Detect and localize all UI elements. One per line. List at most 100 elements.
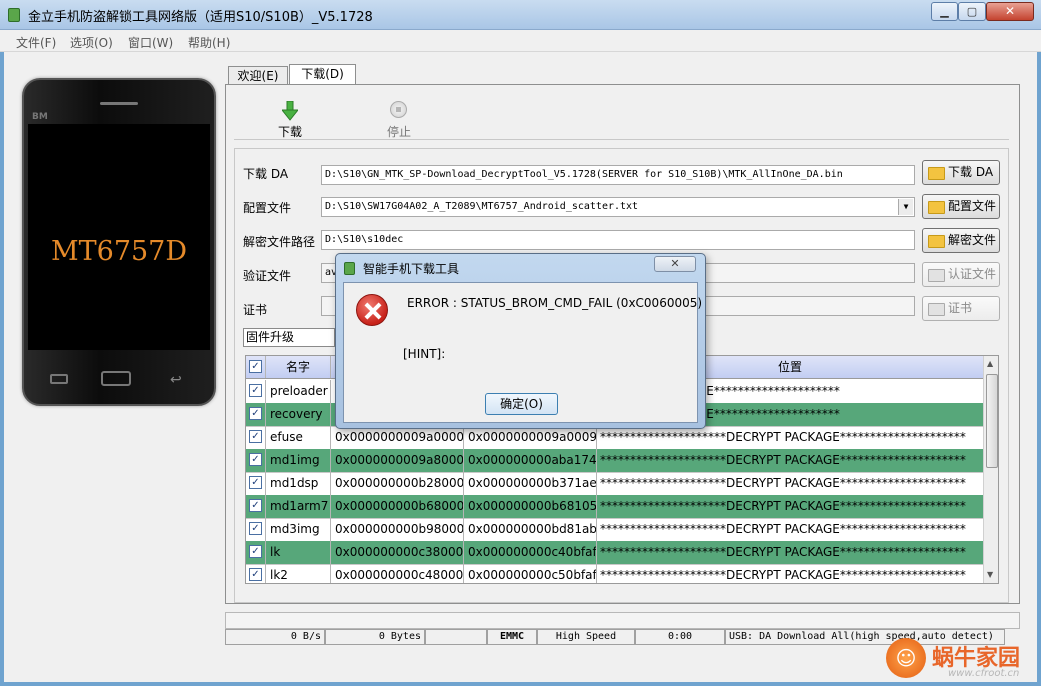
cell-name: md1arm7 <box>266 495 331 518</box>
cell-name: md3img <box>266 518 331 541</box>
window-title: 金立手机防盗解锁工具网络版（适用S10/S10B）_V5.1728 <box>28 10 373 25</box>
row-checkbox[interactable]: ✓ <box>249 430 262 443</box>
table-row[interactable]: ✓ md1dsp 0x000000000b280000 0x000000000b371… <box>246 472 983 496</box>
mode-select[interactable]: 固件升级 <box>243 328 335 347</box>
column-header-name[interactable]: 名字 <box>266 356 331 378</box>
table-row[interactable]: ✓ md3img 0x000000000b980000 0x000000000bd81… <box>246 518 983 542</box>
error-dialog: 智能手机下载工具 ✕ ERROR : STATUS_BROM_CMD_FAIL … <box>335 253 706 429</box>
table-scrollbar[interactable]: ▲ ▼ <box>983 356 998 583</box>
cell-begin: 0x000000000c380000 <box>331 541 464 564</box>
error-message: ERROR : STATUS_BROM_CMD_FAIL (0xC0060005… <box>407 296 703 310</box>
menu-help[interactable]: 帮助(H) <box>188 34 230 51</box>
dialog-title: 智能手机下载工具 <box>363 262 460 276</box>
cell-location: *********************DECRYPT PACKAGE****… <box>600 430 966 444</box>
decrypt-browse-button[interactable]: 解密文件 <box>922 228 1000 253</box>
toolbar: 下载 停止 <box>234 92 1009 140</box>
back-key-icon: ↩ <box>170 372 182 388</box>
tab-download[interactable]: 下载(D) <box>289 64 356 85</box>
dialog-body: ERROR : STATUS_BROM_CMD_FAIL (0xC0060005… <box>343 282 702 423</box>
scroll-down-icon[interactable]: ▼ <box>987 570 993 579</box>
cell-name: lk2 <box>266 564 331 583</box>
minimize-button[interactable]: ▁ <box>931 2 958 21</box>
snail-logo-icon: ☺ <box>886 638 926 678</box>
cell-begin: 0x0000000009a00000 <box>331 426 464 449</box>
cell-location: *********************DECRYPT PACKAGE****… <box>600 545 966 559</box>
error-icon <box>356 294 388 326</box>
phone-image: BM MT6757D ↩ <box>22 78 216 406</box>
select-all-checkbox[interactable]: ✓ <box>249 360 262 373</box>
da-browse-button[interactable]: 下载 DA <box>922 160 1000 185</box>
verify-label: 验证文件 <box>243 269 292 283</box>
scroll-up-icon[interactable]: ▲ <box>987 359 993 368</box>
cell-name: efuse <box>266 426 331 449</box>
row-checkbox[interactable]: ✓ <box>249 407 262 420</box>
cell-location: *********************DECRYPT PACKAGE****… <box>600 568 966 582</box>
download-tool-label: 下载 <box>277 125 302 139</box>
ok-button[interactable]: 确定(O) <box>485 393 558 415</box>
phone-speaker <box>100 102 138 105</box>
decrypt-path-input[interactable]: D:\S10\s10dec <box>321 230 915 250</box>
menu-window[interactable]: 窗口(W) <box>128 34 173 51</box>
cell-location: *********************DECRYPT PACKAGE****… <box>600 453 966 467</box>
cell-name: lk <box>266 541 331 564</box>
cert-browse-button[interactable]: 证书 <box>922 296 1000 321</box>
phone-screen: MT6757D <box>28 124 210 350</box>
stop-icon <box>390 101 407 118</box>
cell-begin: 0x000000000b680000 <box>331 495 464 518</box>
cell-end: 0x000000000c40bfaf <box>464 541 597 564</box>
app-icon <box>8 8 20 22</box>
da-path-input[interactable]: D:\S10\GN_MTK_SP-Download_DecryptTool_V5… <box>321 165 915 185</box>
menu-file[interactable]: 文件(F) <box>16 34 56 51</box>
row-checkbox[interactable]: ✓ <box>249 453 262 466</box>
folder-icon <box>928 269 945 282</box>
cell-location: *********************DECRYPT PACKAGE****… <box>600 522 966 536</box>
cell-end: 0x000000000bd81abf <box>464 518 597 541</box>
cell-begin: 0x000000000b980000 <box>331 518 464 541</box>
dialog-close-button[interactable]: ✕ <box>654 256 696 272</box>
watermark-logo: ☺ 蜗牛家园 www.cfroot.cn <box>886 636 1041 686</box>
cell-begin: 0x0000000009a80000 <box>331 449 464 472</box>
cell-begin: 0x000000000c480000 <box>331 564 464 583</box>
folder-icon <box>928 201 945 214</box>
status-storage: EMMC <box>487 629 537 645</box>
cell-name: recovery <box>266 403 331 426</box>
menu-options[interactable]: 选项(O) <box>70 34 113 51</box>
cell-name: md1dsp <box>266 472 331 495</box>
close-button[interactable]: ✕ <box>986 2 1034 21</box>
row-checkbox[interactable]: ✓ <box>249 499 262 512</box>
menu-bar: 文件(F) 选项(O) 窗口(W) 帮助(H) <box>0 30 1041 52</box>
tab-welcome[interactable]: 欢迎(E) <box>228 66 288 85</box>
table-row[interactable]: ✓ lk2 0x000000000c480000 0x000000000c50bfaf… <box>246 564 983 583</box>
folder-icon <box>928 167 945 180</box>
table-row[interactable]: ✓ md1img 0x0000000009a80000 0x000000000aba1… <box>246 449 983 473</box>
config-label: 配置文件 <box>243 201 292 215</box>
status-time: 0:00 <box>635 629 725 645</box>
status-speed: 0 B/s <box>225 629 325 645</box>
chevron-down-icon[interactable]: ▼ <box>898 199 913 215</box>
table-row[interactable]: ✓ lk 0x000000000c380000 0x000000000c40bfaf *… <box>246 541 983 565</box>
home-key-icon <box>101 371 131 386</box>
cell-end: 0x000000000b68105f <box>464 495 597 518</box>
maximize-button[interactable]: ▢ <box>958 2 986 21</box>
row-checkbox[interactable]: ✓ <box>249 568 262 581</box>
phone-brand: BM <box>32 112 48 122</box>
row-checkbox[interactable]: ✓ <box>249 522 262 535</box>
row-checkbox[interactable]: ✓ <box>249 476 262 489</box>
cell-end: 0x000000000b371aef <box>464 472 597 495</box>
table-row[interactable]: ✓ efuse 0x0000000009a00000 0x0000000009a000… <box>246 426 983 450</box>
row-checkbox[interactable]: ✓ <box>249 384 262 397</box>
cell-name: md1img <box>266 449 331 472</box>
table-row[interactable]: ✓ md1arm7 0x000000000b680000 0x000000000b68… <box>246 495 983 519</box>
download-arrow-icon <box>282 101 298 121</box>
config-path-select[interactable]: D:\S10\SW17G04A02_A_T2089\MT6757_Android… <box>321 197 915 217</box>
decrypt-label: 解密文件路径 <box>243 235 316 249</box>
config-browse-button[interactable]: 配置文件 <box>922 194 1000 219</box>
progress-bar <box>225 612 1020 629</box>
da-label: 下载 DA <box>243 167 289 181</box>
verify-browse-button[interactable]: 认证文件 <box>922 262 1000 287</box>
cell-name: preloader <box>266 380 331 403</box>
scrollbar-thumb[interactable] <box>986 374 998 468</box>
watermark-url: www.cfroot.cn <box>948 668 1020 679</box>
row-checkbox[interactable]: ✓ <box>249 545 262 558</box>
cell-end: 0x000000000aba174f <box>464 449 597 472</box>
